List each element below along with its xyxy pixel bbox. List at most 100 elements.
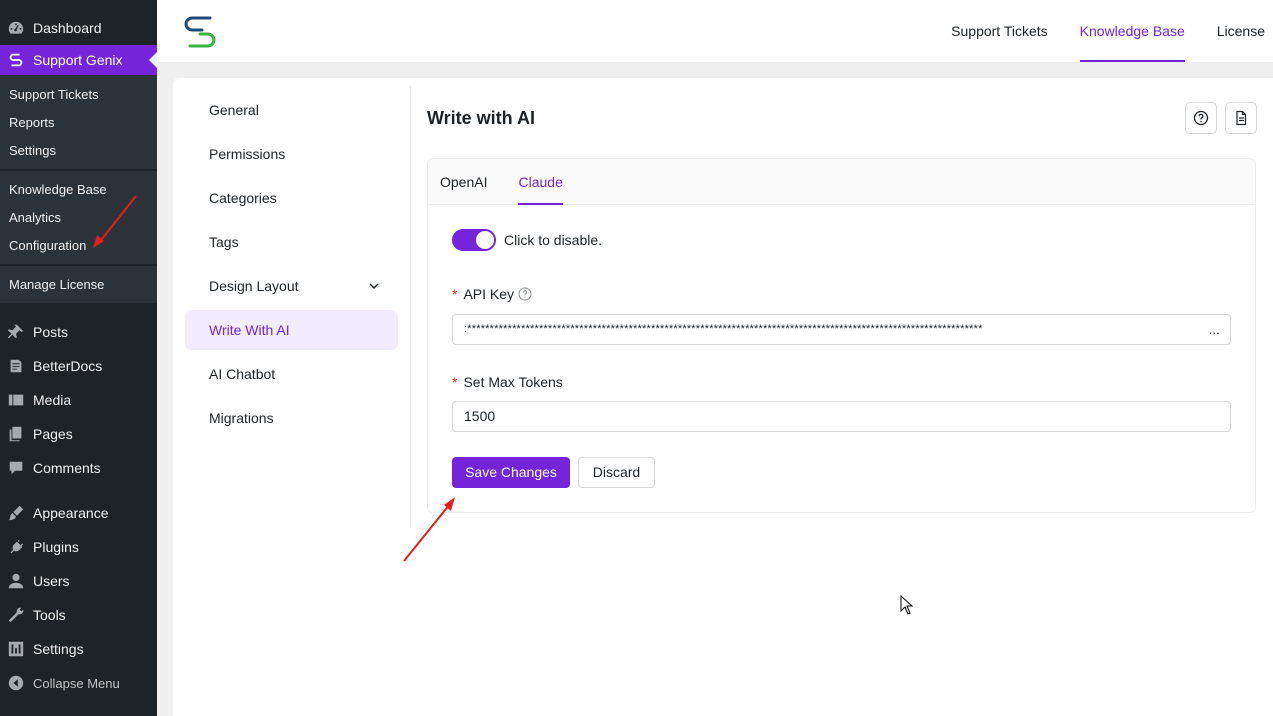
plugin-header: Support Tickets Knowledge Base License	[157, 0, 1273, 62]
menu-tools-label: Tools	[33, 607, 66, 623]
max-tokens-label-row: * Set Max Tokens	[452, 374, 563, 390]
settings-nav-tags[interactable]: Tags	[185, 222, 398, 262]
collapse-menu[interactable]: Collapse Menu	[0, 666, 157, 700]
discard-button[interactable]: Discard	[578, 457, 655, 488]
menu-settings-label: Settings	[33, 641, 84, 657]
top-navigation: Support Tickets Knowledge Base License	[935, 0, 1273, 62]
settings-nav-label: Categories	[209, 190, 277, 206]
menu-support-genix-label: Support Genix	[33, 52, 123, 68]
support-genix-logo	[184, 16, 216, 48]
settings-nav-label: AI Chatbot	[209, 366, 276, 382]
header-actions	[1185, 102, 1257, 134]
comments-icon	[6, 458, 26, 478]
page-title: Write with AI	[427, 108, 535, 128]
settings-nav-label: Migrations	[209, 410, 274, 426]
enable-toggle-row: Click to disable.	[452, 229, 602, 251]
submenu-separator	[0, 169, 157, 171]
menu-posts[interactable]: Posts	[0, 315, 157, 349]
user-icon	[6, 571, 26, 591]
submenu-manage-license[interactable]: Manage License	[0, 271, 157, 299]
submenu-support-tickets[interactable]: Support Tickets	[0, 81, 157, 109]
menu-pages[interactable]: Pages	[0, 417, 157, 451]
menu-betterdocs[interactable]: BetterDocs	[0, 349, 157, 383]
api-key-label-row: * API Key	[452, 286, 532, 302]
plug-icon	[6, 537, 26, 557]
menu-users-label: Users	[33, 573, 70, 589]
wrench-icon	[6, 605, 26, 625]
pages-icon	[6, 424, 26, 444]
help-button[interactable]	[1185, 102, 1217, 134]
menu-dashboard-label: Dashboard	[33, 20, 102, 36]
topnav-license[interactable]: License	[1217, 0, 1265, 62]
menu-media-label: Media	[33, 392, 72, 408]
settings-nav-label: Permissions	[209, 146, 286, 162]
dashboard-icon	[6, 18, 26, 38]
api-key-overflow: ...	[1208, 322, 1220, 337]
info-icon[interactable]	[518, 287, 532, 301]
menu-tools[interactable]: Tools	[0, 598, 157, 632]
submenu-knowledge-base[interactable]: Knowledge Base	[0, 176, 157, 204]
settings-nav-general[interactable]: General	[185, 90, 398, 130]
document-icon	[1236, 110, 1247, 126]
max-tokens-value: 1500	[464, 408, 496, 424]
settings-nav-migrations[interactable]: Migrations	[185, 398, 398, 438]
settings-nav-label: General	[209, 102, 259, 118]
menu-media[interactable]: Media	[0, 383, 157, 417]
submenu-reports[interactable]: Reports	[0, 109, 157, 137]
toggle-knob	[476, 231, 494, 249]
sliders-icon	[6, 639, 26, 659]
menu-pages-label: Pages	[33, 426, 73, 442]
ai-provider-panel: OpenAI Claude Click to disable. * API Ke…	[427, 158, 1256, 513]
api-key-input[interactable]: :***************************************…	[452, 314, 1231, 345]
menu-plugins-label: Plugins	[33, 539, 79, 555]
question-circle-icon	[1193, 110, 1209, 126]
support-genix-submenu: Support Tickets Reports Settings Knowled…	[0, 75, 157, 303]
submenu-settings[interactable]: Settings	[0, 137, 157, 165]
settings-card: General Permissions Categories Tags Desi…	[173, 78, 1273, 716]
settings-nav: General Permissions Categories Tags Desi…	[185, 90, 398, 442]
brush-icon	[6, 503, 26, 523]
menu-support-genix[interactable]: Support Genix	[0, 45, 157, 75]
settings-nav-design-layout[interactable]: Design Layout	[185, 266, 398, 306]
media-icon	[6, 390, 26, 410]
required-marker: *	[452, 286, 458, 302]
menu-settings[interactable]: Settings	[0, 632, 157, 666]
settings-nav-label: Write With AI	[209, 322, 290, 338]
collapse-icon	[6, 673, 26, 693]
menu-appearance[interactable]: Appearance	[0, 496, 157, 530]
settings-nav-permissions[interactable]: Permissions	[185, 134, 398, 174]
submenu-separator	[0, 264, 157, 266]
menu-betterdocs-label: BetterDocs	[33, 358, 103, 374]
docs-button[interactable]	[1225, 102, 1257, 134]
wp-admin-sidebar: Dashboard Support Genix Support Tickets …	[0, 0, 157, 716]
submenu-analytics[interactable]: Analytics	[0, 204, 157, 232]
topnav-knowledge-base[interactable]: Knowledge Base	[1079, 0, 1185, 62]
topnav-support-tickets[interactable]: Support Tickets	[951, 0, 1048, 62]
settings-nav-categories[interactable]: Categories	[185, 178, 398, 218]
mouse-cursor-icon	[900, 595, 914, 615]
toggle-label: Click to disable.	[504, 232, 603, 248]
docs-icon	[6, 356, 26, 376]
menu-users[interactable]: Users	[0, 564, 157, 598]
save-changes-button[interactable]: Save Changes	[452, 457, 570, 488]
menu-comments[interactable]: Comments	[0, 451, 157, 485]
menu-plugins[interactable]: Plugins	[0, 530, 157, 564]
tab-claude[interactable]: Claude	[518, 159, 564, 205]
enable-toggle[interactable]	[452, 229, 496, 251]
max-tokens-input[interactable]: 1500	[452, 401, 1231, 432]
max-tokens-label: Set Max Tokens	[463, 374, 563, 390]
menu-appearance-label: Appearance	[33, 505, 109, 521]
vertical-divider	[410, 86, 411, 528]
settings-nav-ai-chatbot[interactable]: AI Chatbot	[185, 354, 398, 394]
menu-posts-label: Posts	[33, 324, 69, 340]
menu-dashboard[interactable]: Dashboard	[0, 14, 157, 42]
submenu-configuration[interactable]: Configuration	[0, 232, 157, 260]
settings-nav-write-with-ai[interactable]: Write With AI	[185, 310, 398, 350]
api-key-value: :***************************************…	[464, 323, 983, 335]
settings-nav-label: Tags	[209, 234, 239, 250]
api-key-label: API Key	[463, 286, 515, 302]
settings-content: Write with AI OpenAI Claude Click to dis…	[427, 98, 1257, 513]
required-marker: *	[452, 374, 458, 390]
tab-openai[interactable]: OpenAI	[440, 159, 487, 204]
pin-icon	[6, 322, 26, 342]
